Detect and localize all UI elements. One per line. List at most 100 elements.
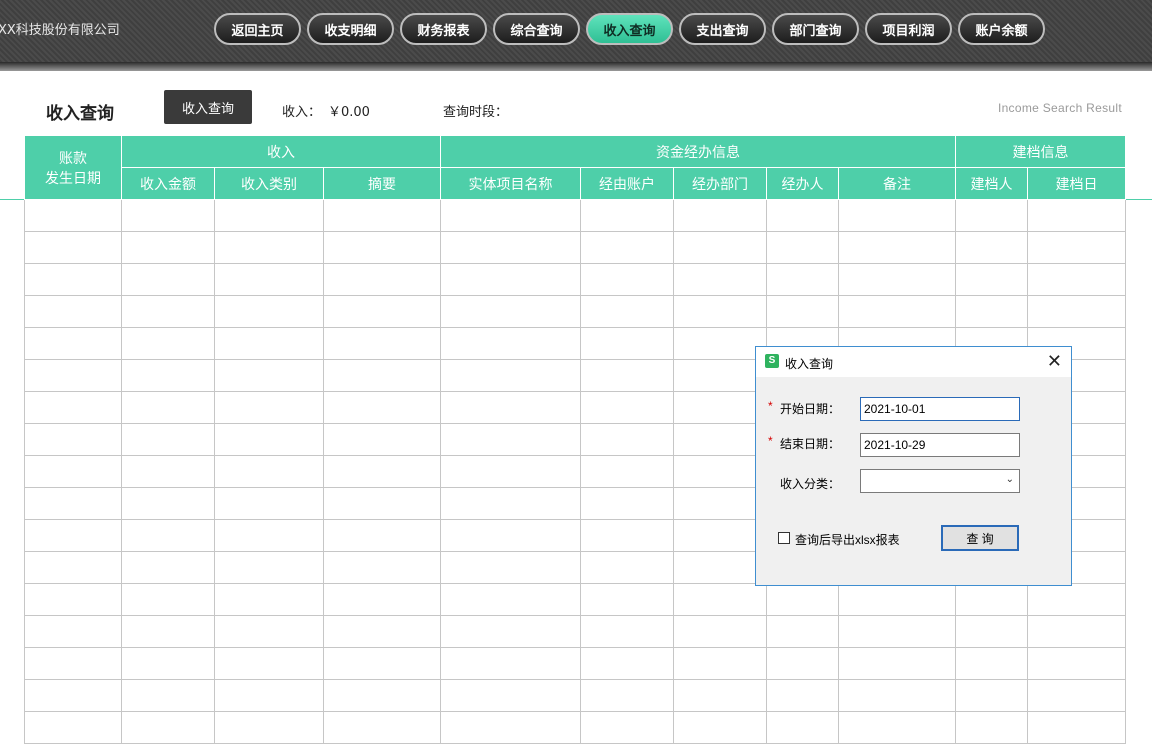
table-cell[interactable] [440, 583, 582, 616]
income-query-button[interactable]: 收入查询 [164, 90, 252, 124]
table-cell[interactable] [955, 679, 1029, 712]
table-cell[interactable] [673, 231, 768, 264]
table-cell[interactable] [580, 327, 675, 360]
table-cell[interactable] [322, 583, 442, 616]
table-cell[interactable] [322, 711, 442, 744]
table-cell[interactable] [121, 647, 215, 680]
table-cell[interactable] [440, 231, 582, 264]
table-cell[interactable] [955, 263, 1029, 296]
table-cell[interactable] [766, 231, 840, 264]
end-date-input[interactable]: 2021-10-29 [860, 433, 1020, 457]
table-cell[interactable] [766, 679, 840, 712]
table-cell[interactable] [214, 199, 324, 232]
table-cell[interactable] [580, 295, 675, 328]
table-cell[interactable] [24, 359, 122, 392]
table-cell[interactable] [673, 647, 768, 680]
table-cell[interactable] [580, 679, 675, 712]
table-cell[interactable] [673, 263, 768, 296]
table-cell[interactable] [673, 199, 768, 232]
table-cell[interactable] [838, 711, 957, 744]
table-cell[interactable] [1027, 231, 1127, 264]
table-cell[interactable] [121, 359, 215, 392]
table-cell[interactable] [24, 263, 122, 296]
table-cell[interactable] [838, 199, 957, 232]
table-cell[interactable] [838, 263, 957, 296]
table-cell[interactable] [673, 551, 768, 584]
table-cell[interactable] [580, 711, 675, 744]
table-cell[interactable] [121, 423, 215, 456]
table-cell[interactable] [766, 647, 840, 680]
table-cell[interactable] [214, 263, 324, 296]
table-cell[interactable] [121, 615, 215, 648]
table-cell[interactable] [322, 423, 442, 456]
table-cell[interactable] [214, 551, 324, 584]
table-cell[interactable] [440, 295, 582, 328]
table-cell[interactable] [440, 487, 582, 520]
table-cell[interactable] [24, 615, 122, 648]
table-cell[interactable] [955, 231, 1029, 264]
table-cell[interactable] [214, 647, 324, 680]
table-cell[interactable] [440, 615, 582, 648]
table-cell[interactable] [322, 487, 442, 520]
table-cell[interactable] [766, 263, 840, 296]
table-cell[interactable] [580, 551, 675, 584]
table-cell[interactable] [673, 327, 768, 360]
table-cell[interactable] [955, 615, 1029, 648]
table-cell[interactable] [838, 295, 957, 328]
table-cell[interactable] [322, 327, 442, 360]
table-cell[interactable] [440, 423, 582, 456]
nav-general-query-button[interactable]: 综合查询 [493, 13, 580, 45]
table-cell[interactable] [440, 551, 582, 584]
table-cell[interactable] [580, 615, 675, 648]
table-cell[interactable] [24, 551, 122, 584]
table-cell[interactable] [121, 327, 215, 360]
table-cell[interactable] [838, 615, 957, 648]
table-cell[interactable] [322, 359, 442, 392]
table-cell[interactable] [580, 391, 675, 424]
table-cell[interactable] [1027, 679, 1127, 712]
query-submit-button[interactable]: 查 询 [941, 525, 1019, 551]
table-cell[interactable] [838, 679, 957, 712]
table-cell[interactable] [24, 295, 122, 328]
table-cell[interactable] [580, 647, 675, 680]
table-cell[interactable] [440, 327, 582, 360]
table-cell[interactable] [1027, 583, 1127, 616]
table-cell[interactable] [955, 199, 1029, 232]
export-checkbox[interactable] [778, 532, 790, 544]
table-cell[interactable] [580, 455, 675, 488]
table-cell[interactable] [673, 295, 768, 328]
table-cell[interactable] [214, 359, 324, 392]
table-cell[interactable] [838, 231, 957, 264]
table-cell[interactable] [580, 231, 675, 264]
table-cell[interactable] [322, 263, 442, 296]
nav-expense-query-button[interactable]: 支出查询 [679, 13, 766, 45]
table-cell[interactable] [121, 231, 215, 264]
table-cell[interactable] [322, 647, 442, 680]
table-cell[interactable] [24, 583, 122, 616]
table-cell[interactable] [440, 391, 582, 424]
table-cell[interactable] [1027, 199, 1127, 232]
start-date-input[interactable]: 2021-10-01 [860, 397, 1020, 421]
table-cell[interactable] [440, 359, 582, 392]
table-cell[interactable] [121, 391, 215, 424]
table-cell[interactable] [838, 583, 957, 616]
table-cell[interactable] [322, 295, 442, 328]
table-cell[interactable] [673, 455, 768, 488]
table-cell[interactable] [673, 359, 768, 392]
table-cell[interactable] [322, 551, 442, 584]
table-cell[interactable] [121, 519, 215, 552]
table-cell[interactable] [322, 231, 442, 264]
table-cell[interactable] [24, 679, 122, 712]
table-cell[interactable] [214, 615, 324, 648]
table-cell[interactable] [580, 519, 675, 552]
nav-project-profit-button[interactable]: 项目利润 [865, 13, 952, 45]
table-cell[interactable] [214, 519, 324, 552]
table-cell[interactable] [440, 263, 582, 296]
table-cell[interactable] [673, 679, 768, 712]
table-cell[interactable] [121, 487, 215, 520]
table-cell[interactable] [1027, 295, 1127, 328]
table-cell[interactable] [766, 199, 840, 232]
table-cell[interactable] [322, 391, 442, 424]
table-cell[interactable] [766, 615, 840, 648]
table-cell[interactable] [214, 711, 324, 744]
